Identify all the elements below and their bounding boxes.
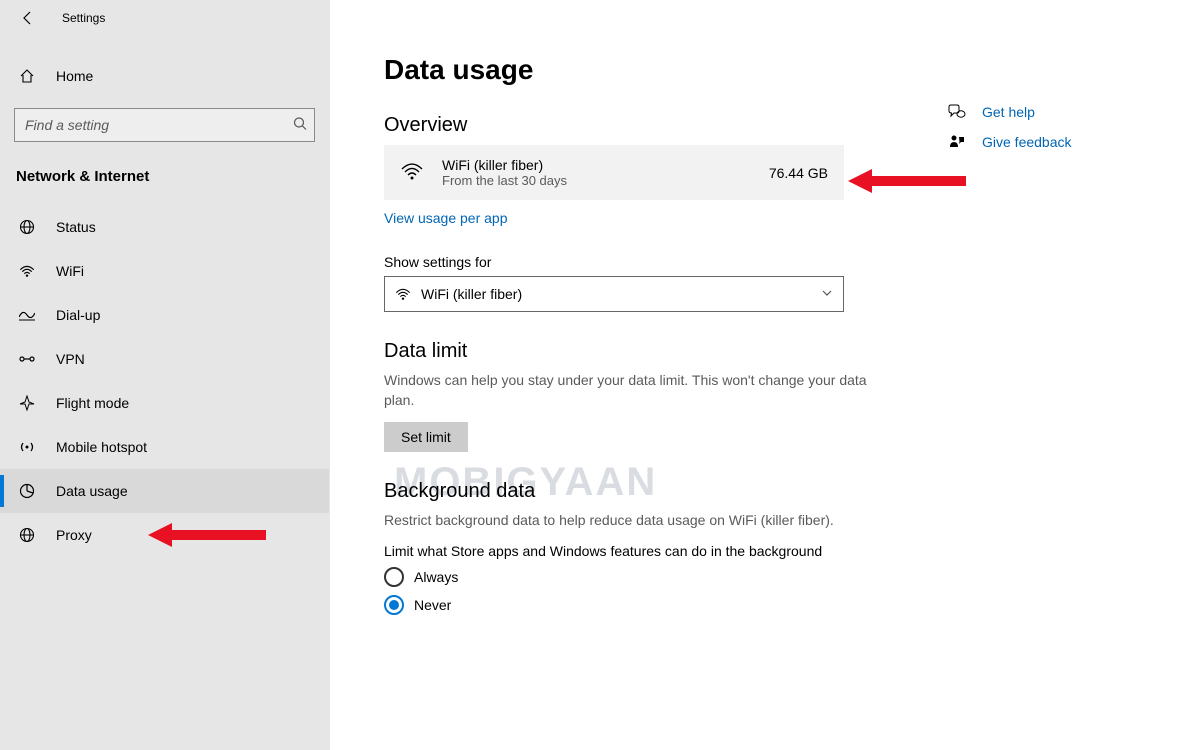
radio-label: Never xyxy=(414,597,451,613)
home-icon xyxy=(16,68,38,84)
sidebar-item-label: Data usage xyxy=(56,483,128,499)
datausage-icon xyxy=(16,483,38,499)
sidebar-item-flight-mode[interactable]: Flight mode xyxy=(0,381,329,425)
radio-option-always[interactable]: Always xyxy=(384,567,944,587)
get-help-link[interactable]: Get help xyxy=(946,104,1146,120)
wifi-icon xyxy=(16,264,38,278)
back-button[interactable] xyxy=(18,8,38,28)
wifi-icon xyxy=(400,161,428,184)
radio-option-never[interactable]: Never xyxy=(384,595,944,615)
sidebar-item-vpn[interactable]: VPN xyxy=(0,337,329,381)
background-data-description: Restrict background data to help reduce … xyxy=(384,511,884,531)
sidebar-item-label: Flight mode xyxy=(56,395,129,411)
sidebar-home-label: Home xyxy=(56,68,93,84)
sidebar-item-label: Dial-up xyxy=(56,307,100,323)
titlebar: Settings xyxy=(0,0,1200,36)
sidebar-item-dial-up[interactable]: Dial-up xyxy=(0,293,329,337)
show-settings-select[interactable]: WiFi (killer fiber) xyxy=(384,276,844,312)
wifi-icon xyxy=(395,287,411,301)
sidebar-item-proxy[interactable]: Proxy xyxy=(0,513,329,557)
help-column: Get help Give feedback xyxy=(946,104,1146,164)
flight-icon xyxy=(16,395,38,411)
proxy-icon xyxy=(16,527,38,543)
background-data-heading: Background data xyxy=(384,480,944,503)
sidebar-home[interactable]: Home xyxy=(0,56,329,96)
sidebar-category-title: Network & Internet xyxy=(0,142,329,195)
sidebar-item-label: Proxy xyxy=(56,527,92,543)
radio-indicator xyxy=(384,567,404,587)
sidebar-item-label: Status xyxy=(56,219,96,235)
sidebar-item-data-usage[interactable]: Data usage xyxy=(0,469,329,513)
search-icon xyxy=(293,117,307,134)
overview-card[interactable]: WiFi (killer fiber) From the last 30 day… xyxy=(384,145,844,200)
content-area: Data usage Overview WiFi (killer fiber) … xyxy=(330,0,1200,750)
overview-amount: 76.44 GB xyxy=(769,165,828,181)
background-limit-label: Limit what Store apps and Windows featur… xyxy=(384,543,944,559)
sidebar-item-label: VPN xyxy=(56,351,85,367)
sidebar-item-wifi[interactable]: WiFi xyxy=(0,249,329,293)
window-title: Settings xyxy=(62,11,105,25)
give-feedback-link[interactable]: Give feedback xyxy=(946,134,1146,150)
give-feedback-label: Give feedback xyxy=(982,134,1072,150)
radio-indicator xyxy=(384,595,404,615)
search-input[interactable] xyxy=(14,108,315,142)
globe-icon xyxy=(16,219,38,235)
page-title: Data usage xyxy=(384,54,1200,86)
feedback-icon xyxy=(946,134,968,150)
hotspot-icon xyxy=(16,439,38,455)
overview-subtitle: From the last 30 days xyxy=(442,173,769,188)
sidebar-item-label: Mobile hotspot xyxy=(56,439,147,455)
help-icon xyxy=(946,104,968,120)
sidebar-item-mobile-hotspot[interactable]: Mobile hotspot xyxy=(0,425,329,469)
vpn-icon xyxy=(16,353,38,365)
dialup-icon xyxy=(16,309,38,321)
view-usage-per-app-link[interactable]: View usage per app xyxy=(384,210,508,226)
overview-network-name: WiFi (killer fiber) xyxy=(442,157,769,173)
set-limit-button[interactable]: Set limit xyxy=(384,422,468,452)
data-limit-heading: Data limit xyxy=(384,340,944,363)
get-help-label: Get help xyxy=(982,104,1035,120)
radio-label: Always xyxy=(414,569,458,585)
data-limit-description: Windows can help you stay under your dat… xyxy=(384,371,884,410)
chevron-down-icon xyxy=(821,286,833,302)
show-settings-selected: WiFi (killer fiber) xyxy=(421,286,833,302)
show-settings-label: Show settings for xyxy=(384,254,944,270)
sidebar: Home Network & Internet Status WiFi Dial-u… xyxy=(0,0,330,750)
sidebar-item-label: WiFi xyxy=(56,263,84,279)
sidebar-item-status[interactable]: Status xyxy=(0,205,329,249)
